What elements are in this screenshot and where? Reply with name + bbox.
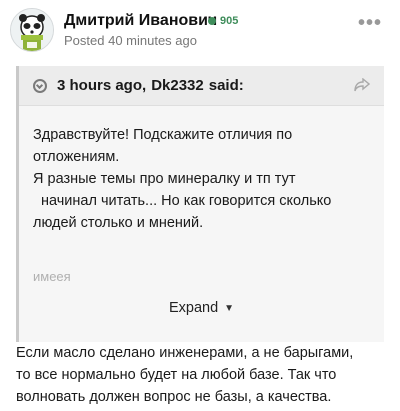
post-header: Дмитрий Иванович 905 Posted 40 minutes a… (10, 8, 390, 52)
reputation-count: 905 (220, 15, 239, 27)
reply-line: то все нормально будет на любой базе. Та… (16, 367, 337, 383)
quote-said: said: (208, 77, 244, 94)
quote-line: Здравствуйте! Подскажите отличия по (33, 127, 293, 143)
reputation-dot-icon (208, 17, 216, 25)
reply-line: волновать должен вопрос не базы, а качес… (16, 389, 332, 405)
reply-text: Если масло сделано инженерами, а не бары… (16, 342, 386, 408)
reply-line: Если масло сделано инженерами, а не бары… (16, 345, 354, 361)
quote-arrow-icon[interactable] (33, 79, 47, 93)
reputation-badge: 905 (208, 15, 238, 27)
caret-down-icon: ▼ (224, 303, 235, 314)
quote-line: людей столько и мнений. (33, 215, 204, 231)
post-timestamp[interactable]: Posted 40 minutes ago (64, 33, 197, 48)
quote-line: начинал читать... Но как говорится сколь… (41, 193, 332, 209)
quote-faded-text: имеея (33, 269, 71, 284)
quote-block: 3 hours ago, Dk2332 said: Здравствуйте! По… (16, 66, 384, 342)
quote-line: отложениям. (33, 149, 120, 165)
quote-header: 3 hours ago, Dk2332 said: (19, 66, 384, 106)
quote-user[interactable]: Dk2332 (151, 77, 204, 94)
expand-button[interactable]: Expand ▼ (19, 300, 384, 316)
quote-line: Я разные темы про минералку и тп тут (33, 171, 296, 187)
quote-meta: 3 hours ago, Dk2332 said: (57, 77, 249, 94)
quote-time[interactable]: 3 hours ago, (57, 77, 146, 94)
share-arrow-icon[interactable] (354, 77, 371, 97)
expand-label: Expand (168, 300, 219, 316)
avatar[interactable] (10, 8, 54, 52)
author-name[interactable]: Дмитрий Иванович (64, 12, 217, 30)
avatar-image (11, 9, 53, 51)
more-options-icon[interactable]: ••• (358, 12, 382, 35)
quote-text: Здравствуйте! Подскажите отличия по отло… (33, 124, 373, 234)
